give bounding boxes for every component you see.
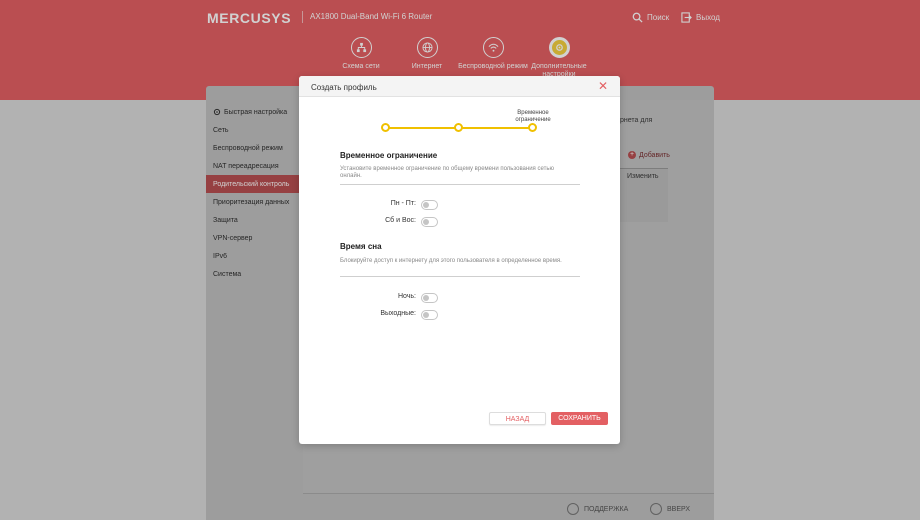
save-button[interactable]: СОХРАНИТЬ xyxy=(551,412,608,425)
create-profile-dialog: Создать профиль ✕ Временное ограничение … xyxy=(299,76,620,444)
close-icon[interactable]: ✕ xyxy=(598,80,608,92)
weekend-label: Сб и Вос: xyxy=(385,217,416,224)
time-limit-title: Временное ограничение xyxy=(340,151,438,160)
night-toggle[interactable] xyxy=(421,293,438,303)
weekdays-label: Пн - Пт: xyxy=(390,200,416,207)
bedtime-description: Блокируйте доступ к интернету для этого … xyxy=(340,258,562,264)
step-dot-1 xyxy=(381,123,390,132)
step-dot-3 xyxy=(528,123,537,132)
step-label-current: Временное ограничение xyxy=(515,110,551,123)
section-divider xyxy=(340,184,580,185)
bedtime-title: Время сна xyxy=(340,242,382,251)
bedtime-weekend-toggle[interactable] xyxy=(421,310,438,320)
back-button[interactable]: НАЗАД xyxy=(489,412,546,425)
night-label: Ночь: xyxy=(397,293,416,300)
time-limit-description: Установите временное ограничение по обще… xyxy=(340,166,554,179)
bedtime-weekend-label: Выходные: xyxy=(380,310,416,317)
dialog-header: Создать профиль ✕ xyxy=(299,76,620,97)
dialog-title: Создать профиль xyxy=(311,83,377,92)
section-divider xyxy=(340,276,580,277)
weekdays-toggle[interactable] xyxy=(421,200,438,210)
step-dot-2 xyxy=(454,123,463,132)
weekend-toggle[interactable] xyxy=(421,217,438,227)
